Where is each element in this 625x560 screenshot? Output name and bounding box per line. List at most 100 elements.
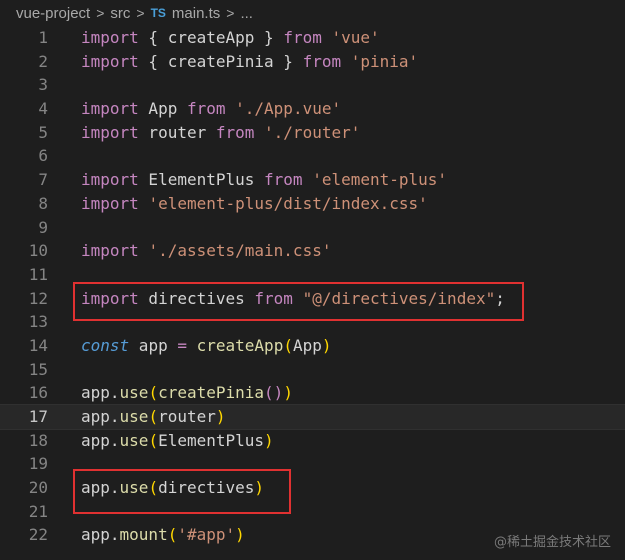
code-token: { xyxy=(138,51,168,71)
breadcrumb-chevron-icon: > xyxy=(96,5,105,21)
code-text[interactable]: import { createApp } from 'vue' xyxy=(81,26,380,50)
code-token: 'vue' xyxy=(331,28,380,47)
code-token: ) xyxy=(264,430,274,450)
breadcrumb-item-src[interactable]: src xyxy=(110,5,130,22)
breadcrumb-chevron-icon: > xyxy=(136,5,145,21)
code-token: './assets/main.css' xyxy=(148,241,332,261)
line-number: 15 xyxy=(28,359,48,379)
watermark: @稀土掘金技术社区 xyxy=(493,535,611,550)
code-token: import xyxy=(81,170,139,190)
code-token: createApp xyxy=(196,335,284,355)
line-number: 10 xyxy=(28,241,48,261)
code-token: app. xyxy=(81,407,120,426)
code-token: 'pinia' xyxy=(350,51,419,71)
line-number: 4 xyxy=(38,99,48,119)
breadcrumb-item-more[interactable]: ... xyxy=(240,5,253,22)
highlight-box-import-directives xyxy=(73,282,524,321)
code-token: ) xyxy=(235,525,245,545)
code-line[interactable]: 16 app.use(createPinia()) xyxy=(0,381,625,405)
code-token: use xyxy=(119,383,149,403)
code-line[interactable]: 5 import router from './router' xyxy=(0,121,625,145)
code-line[interactable]: 15 xyxy=(0,358,625,382)
code-token: ) xyxy=(215,407,226,426)
code-line[interactable]: 4 import App from './App.vue' xyxy=(0,97,625,121)
code-token: ( xyxy=(148,407,159,426)
code-token: ) xyxy=(283,383,293,403)
code-line[interactable]: 14 const app = createApp(App) xyxy=(0,334,625,358)
code-line[interactable]: 18 app.use(ElementPlus) xyxy=(0,429,625,453)
breadcrumb-item-main-ts[interactable]: main.ts xyxy=(172,5,220,22)
code-token: 'element-plus/dist/index.css' xyxy=(148,193,428,213)
code-token: app. xyxy=(81,525,120,545)
code-text[interactable]: app.mount('#app') xyxy=(81,523,245,547)
code-token: '#app' xyxy=(177,525,236,545)
code-line[interactable]: 9 xyxy=(0,216,625,240)
highlight-box-use-directives xyxy=(73,469,291,514)
code-text[interactable]: import './assets/main.css' xyxy=(81,239,331,263)
code-token: import xyxy=(81,122,139,142)
code-token: router xyxy=(138,122,216,142)
code-line[interactable]: 17 app.use(router) xyxy=(0,404,625,430)
breadcrumb-item-vue-project[interactable]: vue-project xyxy=(16,5,90,22)
code-token: App xyxy=(292,335,322,355)
code-token: } xyxy=(254,28,284,47)
code-token: router xyxy=(158,407,216,426)
code-token: () xyxy=(264,383,284,403)
code-token: use xyxy=(119,407,149,426)
line-number: 8 xyxy=(38,193,48,213)
code-text[interactable]: app.use(ElementPlus) xyxy=(81,429,274,453)
line-number: 3 xyxy=(38,75,48,95)
code-text[interactable]: import { createPinia } from 'pinia' xyxy=(81,50,418,74)
code-token: ( xyxy=(148,383,159,403)
code-text[interactable]: app.use(router) xyxy=(81,405,226,429)
code-line[interactable]: 8 import 'element-plus/dist/index.css' xyxy=(0,192,625,216)
code-token: ElementPlus xyxy=(138,170,265,190)
code-token: import xyxy=(81,28,139,47)
code-token: from xyxy=(264,170,303,190)
line-number: 1 xyxy=(38,28,48,47)
line-number: 13 xyxy=(28,312,48,332)
line-number: 14 xyxy=(28,335,48,355)
code-line[interactable]: 10 import './assets/main.css' xyxy=(0,239,625,263)
line-number: 18 xyxy=(28,430,48,450)
code-token: createPinia xyxy=(167,51,274,71)
code-line[interactable]: 7 import ElementPlus from 'element-plus' xyxy=(0,168,625,192)
code-token: { xyxy=(138,28,168,47)
code-text[interactable]: import App from './App.vue' xyxy=(81,97,341,121)
code-token: ElementPlus xyxy=(158,430,265,450)
code-text[interactable]: import router from './router' xyxy=(81,121,360,145)
code-line[interactable]: 6 xyxy=(0,144,625,168)
line-number: 16 xyxy=(28,383,48,403)
code-token: import xyxy=(81,193,139,213)
code-token: app xyxy=(129,335,178,355)
line-number: 7 xyxy=(38,170,48,190)
code-text[interactable]: import ElementPlus from 'element-plus' xyxy=(81,168,447,192)
line-number: 19 xyxy=(28,454,48,474)
breadcrumb: vue-project > src > TS main.ts > ... xyxy=(0,0,625,26)
line-number: 21 xyxy=(28,501,48,521)
code-line[interactable]: 3 xyxy=(0,73,625,97)
code-line[interactable]: 2 import { createPinia } from 'pinia' xyxy=(0,50,625,74)
typescript-file-icon: TS xyxy=(150,6,166,20)
code-line[interactable]: 1 import { createApp } from 'vue' xyxy=(0,26,625,50)
code-token: app. xyxy=(81,430,120,450)
breadcrumb-chevron-icon: > xyxy=(226,5,235,21)
line-number: 20 xyxy=(28,478,48,498)
code-token: use xyxy=(119,430,149,450)
code-token: from xyxy=(302,51,342,71)
code-token: const xyxy=(81,335,130,355)
code-token: from xyxy=(215,122,255,142)
line-number: 22 xyxy=(28,525,48,545)
code-text[interactable]: const app = createApp(App) xyxy=(81,334,332,358)
code-text[interactable]: app.use(createPinia()) xyxy=(81,381,293,405)
code-token: App xyxy=(138,99,187,119)
code-token: from xyxy=(186,99,226,119)
line-number: 5 xyxy=(38,122,48,142)
code-text[interactable]: import 'element-plus/dist/index.css' xyxy=(81,192,428,216)
